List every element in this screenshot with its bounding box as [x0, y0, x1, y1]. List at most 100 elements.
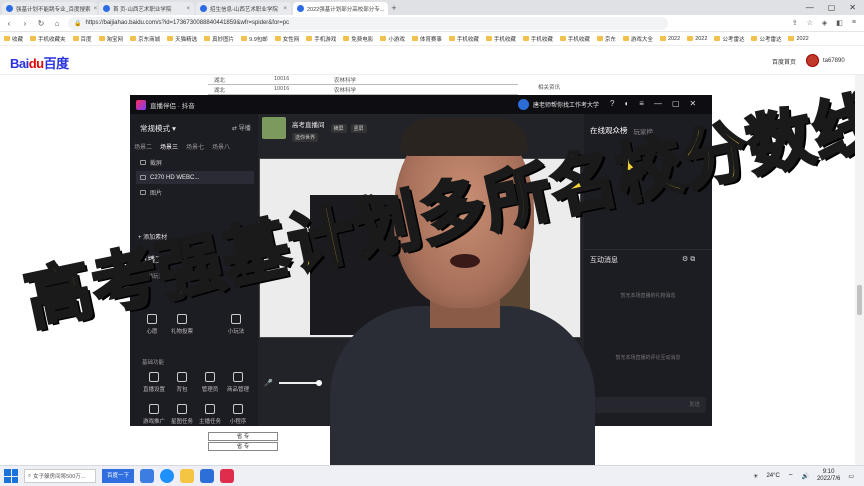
bookmark-item[interactable]: 手机收藏	[522, 35, 553, 43]
tab-scene[interactable]: 场景七	[186, 142, 204, 151]
bookmark-item[interactable]: 9.9包邮	[241, 35, 268, 43]
bookmark-item[interactable]: 体育赛事	[411, 35, 442, 43]
url-input[interactable]: 🔒 https://baijiahao.baidu.com/s?id=17367…	[68, 16, 668, 30]
bookmark-item[interactable]: 手机收藏	[559, 35, 590, 43]
backpack-icon	[177, 372, 187, 382]
microphone-icon[interactable]: 🎤	[264, 379, 273, 387]
bookmark-item[interactable]: 京东	[596, 35, 616, 43]
forward-icon[interactable]: ›	[20, 19, 30, 28]
tab-close-icon[interactable]: ×	[283, 6, 287, 12]
taskbar-search-button[interactable]: 百度一下	[102, 469, 135, 483]
back-icon[interactable]: ‹	[4, 19, 14, 28]
settings-icon[interactable]: ⚙ ⧉	[682, 255, 695, 264]
tool-game-promo[interactable]: 游戏推广	[140, 404, 168, 425]
home-icon[interactable]: ⌂	[52, 19, 62, 28]
tool-mini-game[interactable]: 小玩法	[222, 314, 250, 335]
edge-icon[interactable]	[160, 469, 175, 483]
tab-close-icon[interactable]: ×	[94, 6, 97, 12]
start-button[interactable]	[4, 469, 18, 483]
clock[interactable]: 9:10 2022/7/6	[817, 469, 840, 483]
bookmark-item[interactable]: 女性网	[274, 35, 299, 43]
close-icon[interactable]: ✕	[849, 3, 856, 12]
bookmark-item[interactable]: 2022	[687, 36, 707, 42]
bookmark-item[interactable]: 淘宝网	[98, 35, 123, 43]
bookmark-item[interactable]: 京东商城	[130, 35, 160, 43]
bookmark-item[interactable]: 2022	[788, 36, 809, 42]
source-item-selected[interactable]: C270 HD WEBC...	[136, 171, 254, 184]
browser-tab[interactable]: 首 页-山西艺术职业学院 ×	[99, 2, 194, 15]
new-tab-button[interactable]: +	[388, 2, 400, 15]
tool-star-tasks[interactable]: 星图任务	[168, 404, 196, 425]
browser-tab[interactable]: 强基计划不能跳专业_百度搜索 ×	[2, 2, 97, 15]
source-item[interactable]: 截屏	[136, 156, 254, 169]
tool-products[interactable]: 商品管理	[224, 372, 252, 393]
taskbar-search-input[interactable]: ⌕ 女子躲房间将500万...	[24, 469, 96, 483]
maximize-icon[interactable]: ▢	[828, 3, 836, 12]
bookmark-item[interactable]: 游戏大全	[622, 35, 653, 43]
presenter-body	[330, 306, 595, 486]
bookmark-item[interactable]: 小游戏	[380, 35, 405, 43]
bookmark-item[interactable]: 2022	[659, 36, 680, 42]
weather-temp[interactable]: 24°C	[766, 473, 779, 479]
browser-tab-active[interactable]: 2022强基计划部分高校部分专...×	[293, 2, 388, 15]
file-explorer-icon[interactable]	[180, 469, 195, 483]
bookmark-item[interactable]: 百度	[72, 35, 92, 43]
extension-icon[interactable]: ◧	[836, 19, 843, 27]
streamer-account[interactable]: 唐老师帮你找工作考大学	[518, 99, 599, 110]
headset-icon[interactable]: ◐	[624, 99, 629, 108]
menu-icon[interactable]: ≡	[852, 19, 856, 27]
room-name[interactable]: 高考直播间	[292, 119, 325, 129]
tab-scene-active[interactable]: 场景三	[160, 142, 178, 151]
task-view-icon[interactable]	[140, 469, 155, 483]
tool-live-settings[interactable]: 直播设置	[140, 372, 168, 393]
tool-mini-program[interactable]: 小程序	[224, 404, 252, 425]
shield-icon[interactable]: ◈	[822, 19, 827, 27]
tab-scene[interactable]: 场景二	[134, 142, 152, 151]
maximize-icon[interactable]: ▢	[672, 99, 680, 108]
bookmark-item[interactable]: 天猫精选	[167, 35, 197, 43]
page-scrollbar[interactable]	[855, 75, 864, 465]
tool-backpack[interactable]: 背包	[168, 372, 196, 393]
bookmark-item[interactable]: 免费电影	[343, 35, 373, 43]
baidu-home-link[interactable]: 百度首页	[772, 57, 796, 66]
table-cell: 省 专	[208, 432, 278, 441]
bookmark-item[interactable]: 手机游戏	[306, 35, 336, 43]
bookmark-item[interactable]: 收藏	[4, 35, 23, 43]
related-news-heading[interactable]: 相关资讯	[538, 83, 560, 91]
volume-slider[interactable]	[278, 380, 322, 386]
volume-icon[interactable]: 🔊	[801, 473, 808, 480]
tool-admins[interactable]: 管理员	[196, 372, 224, 393]
bookmark-item[interactable]: 真妙图片	[204, 35, 234, 43]
browser-icon[interactable]	[200, 469, 215, 483]
send-button[interactable]: 发送	[590, 397, 706, 413]
user-menu[interactable]: ta67890	[806, 54, 845, 67]
tool-gift-vote[interactable]: 礼物投票	[168, 314, 196, 335]
network-icon[interactable]: ⌔	[788, 472, 794, 480]
bookmark-item[interactable]: 手机收藏夹	[30, 35, 66, 43]
notification-icon[interactable]: ▭	[848, 473, 854, 480]
bookmark-item[interactable]: 公考雷达	[751, 35, 781, 43]
streaming-app-icon[interactable]	[220, 469, 235, 483]
bookmark-item[interactable]: 公考雷达	[714, 35, 744, 43]
source-item[interactable]: 图片	[136, 186, 254, 199]
share-icon[interactable]: ⇪	[792, 19, 798, 27]
star-icon[interactable]: ☆	[807, 19, 813, 27]
weather-icon[interactable]: ☀	[753, 473, 758, 480]
bookmark-item[interactable]: 手机收藏	[448, 35, 479, 43]
import-button[interactable]: ⇄ 导播	[232, 123, 251, 132]
tab-close-icon[interactable]: ×	[186, 6, 190, 12]
browser-tab[interactable]: 招生信息-山西艺术职业学院 ×	[196, 2, 291, 15]
mode-selector[interactable]: 常规模式 ▾	[140, 123, 176, 134]
help-icon[interactable]: ?	[610, 99, 614, 108]
sub-badge[interactable]: 送你世界	[292, 133, 319, 142]
menu-icon[interactable]: ≡	[639, 99, 644, 108]
room-cover[interactable]	[262, 117, 286, 139]
bookmark-item[interactable]: 手机收藏	[485, 35, 516, 43]
minimize-icon[interactable]: —	[806, 3, 814, 12]
reload-icon[interactable]: ↻	[36, 19, 46, 28]
tab-scene[interactable]: 场景八	[212, 142, 230, 151]
scrollbar-thumb[interactable]	[857, 285, 862, 315]
tool-host-tasks[interactable]: 主播任务	[196, 404, 224, 425]
baidu-logo[interactable]: Baidu百度	[10, 53, 69, 72]
minimize-icon[interactable]: —	[654, 99, 662, 108]
